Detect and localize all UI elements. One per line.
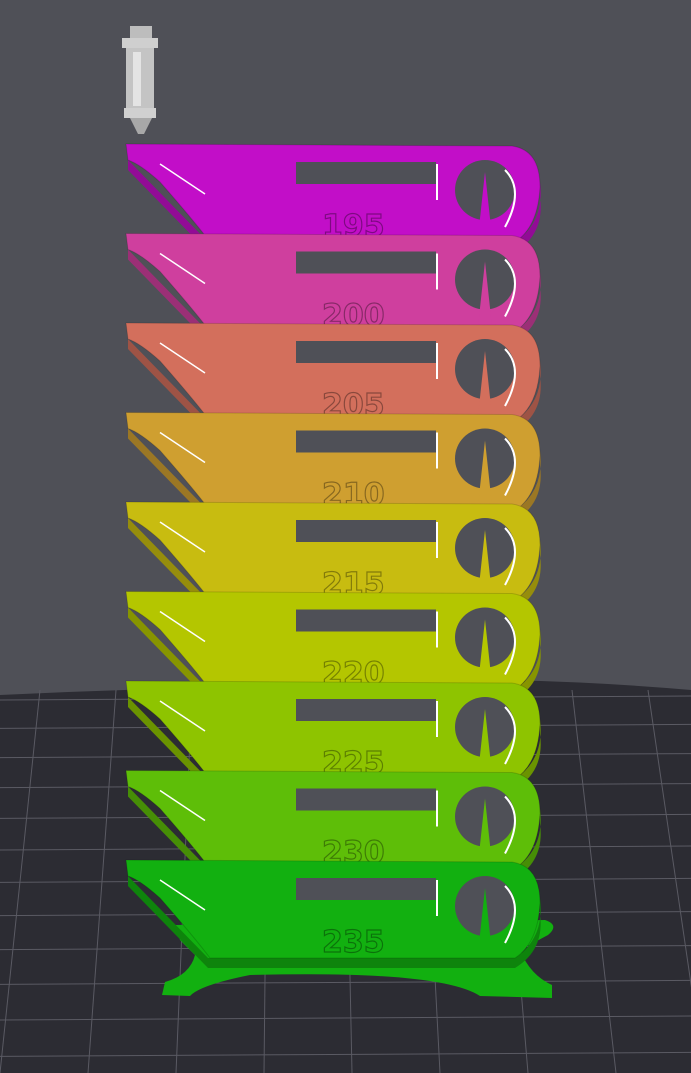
- temperature-label: 235: [322, 925, 385, 960]
- scene-canvas[interactable]: 195200205210215220225230235: [0, 0, 691, 1073]
- temperature-tower: 195200205210215220225230235: [125, 143, 554, 998]
- 3d-preview-viewport[interactable]: 195 200 205 210 215 220 225 230 235: [0, 0, 691, 1073]
- nozzle-icon: [122, 26, 158, 134]
